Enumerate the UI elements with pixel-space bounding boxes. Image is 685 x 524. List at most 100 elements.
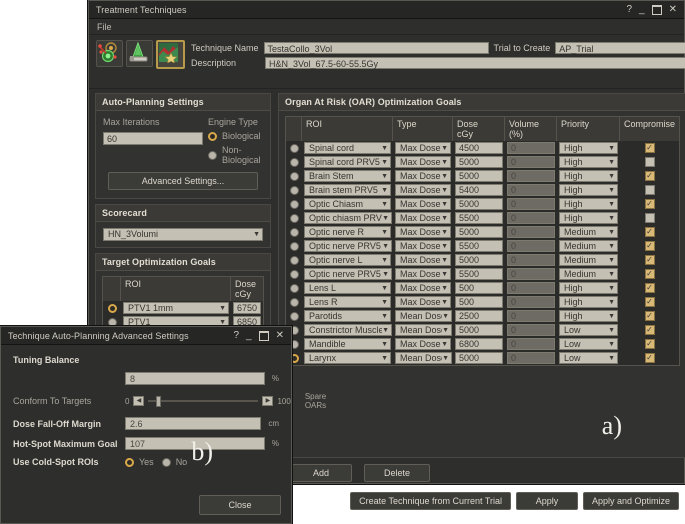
row-roi-cell[interactable]: Optic nerve PRV5 L ▼	[302, 267, 393, 281]
row-roi-cell[interactable]: Brain Stem ▼	[302, 169, 393, 183]
row-select-cell[interactable]	[286, 141, 302, 155]
row-dose-cell[interactable]: 500	[453, 281, 505, 295]
dose-input[interactable]: 5000	[455, 170, 504, 182]
tuning-balance-input[interactable]: 8	[125, 372, 265, 385]
adv-minimize-icon[interactable]: _	[246, 330, 252, 341]
table-row[interactable]: Larynx ▼ Mean Dose ▼ 5000 0 Low ▼ ✓	[286, 351, 679, 365]
row-compromise-cell[interactable]: ✓	[620, 351, 679, 365]
row-roi-cell[interactable]: Parotids ▼	[302, 309, 393, 323]
hotspot-input[interactable]: 107	[125, 437, 265, 450]
priority-select[interactable]: High ▼	[559, 156, 619, 168]
row-priority-cell[interactable]: High ▼	[557, 141, 620, 155]
row-select-radio[interactable]	[289, 255, 299, 265]
apply-button[interactable]: Apply	[516, 492, 578, 510]
table-row[interactable]: Optic nerve L ▼ Max Dose ▼ 5000 0 Medium ▼ ✓	[286, 253, 679, 267]
type-select[interactable]: Max Dose ▼	[395, 226, 452, 238]
max-iterations-input[interactable]: 60	[103, 132, 203, 145]
help-icon[interactable]: ?	[626, 4, 632, 15]
compromise-checkbox[interactable]: ✓	[644, 283, 655, 293]
table-row[interactable]: Lens R ▼ Max Dose ▼ 500 0 High ▼ ✓	[286, 295, 679, 309]
row-priority-cell[interactable]: Medium ▼	[557, 239, 620, 253]
row-select-radio[interactable]	[289, 311, 299, 321]
row-priority-cell[interactable]: High ▼	[557, 211, 620, 225]
type-select[interactable]: Mean Dose ▼	[395, 324, 453, 336]
slider-track[interactable]	[148, 396, 259, 407]
type-select[interactable]: Max Dose ▼	[395, 268, 452, 280]
row-dose-cell[interactable]: 500	[453, 295, 505, 309]
roi-select[interactable]: Optic nerve R ▼	[304, 226, 392, 238]
compromise-checkbox[interactable]: ✓	[644, 269, 655, 279]
row-select-radio[interactable]	[289, 241, 299, 251]
priority-select[interactable]: Medium ▼	[559, 268, 619, 280]
type-select[interactable]: Max Dose ▼	[395, 212, 452, 224]
row-select-radio[interactable]	[289, 157, 299, 167]
scorecard-star-icon[interactable]	[156, 40, 185, 69]
compromise-checkbox[interactable]: ✓	[644, 297, 655, 307]
row-dose-cell[interactable]: 5000	[453, 323, 505, 337]
row-select-radio[interactable]	[289, 227, 299, 237]
table-row[interactable]: Optic nerve PRV5 R ▼ Max Dose ▼ 5500 0 Medium ▼…	[286, 239, 679, 253]
priority-select[interactable]: High ▼	[559, 310, 619, 322]
row-compromise-cell[interactable]	[620, 211, 679, 225]
row-dose-cell[interactable]: 4500	[453, 141, 505, 155]
table-row[interactable]: Parotids ▼ Mean Dose ▼ 2500 0 High ▼ ✓	[286, 309, 679, 323]
row-select-cell[interactable]	[286, 183, 302, 197]
priority-select[interactable]: Low ▼	[559, 324, 619, 336]
roi-select[interactable]: Optic nerve L ▼	[304, 254, 392, 266]
row-compromise-cell[interactable]: ✓	[620, 197, 679, 211]
row-dose-cell[interactable]: 5000	[453, 351, 505, 365]
row-roi-cell[interactable]: Optic nerve PRV5 R ▼	[302, 239, 393, 253]
type-select[interactable]: Max Dose ▼	[395, 198, 452, 210]
table-row[interactable]: Constrictor Muscles ▼ Mean Dose ▼ 5000 0 Low ▼ ✓	[286, 323, 679, 337]
priority-select[interactable]: High ▼	[559, 170, 619, 182]
roi-select[interactable]: PTV1 1mm ▼	[123, 302, 229, 314]
row-compromise-cell[interactable]	[620, 183, 679, 197]
row-select-cell[interactable]	[286, 309, 302, 323]
roi-select[interactable]: Mandible ▼	[304, 338, 392, 350]
conform-slider[interactable]: 0 ◀ ▶ 100	[125, 396, 291, 407]
row-select-radio[interactable]	[289, 297, 299, 307]
row-compromise-cell[interactable]: ✓	[620, 141, 679, 155]
row-compromise-cell[interactable]: ✓	[620, 253, 679, 267]
compromise-checkbox[interactable]	[644, 213, 655, 223]
row-dose-cell[interactable]: 2500	[453, 309, 505, 323]
row-dose-cell[interactable]: 5500	[453, 239, 505, 253]
row-compromise-cell[interactable]: ✓	[620, 309, 679, 323]
dose-falloff-input[interactable]: 2.6	[125, 417, 262, 430]
compromise-checkbox[interactable]: ✓	[644, 227, 655, 237]
row-select-radio[interactable]	[289, 283, 299, 293]
table-row[interactable]: Optic chiasm PRV5 ▼ Max Dose ▼ 5500 0 High ▼	[286, 211, 679, 225]
row-priority-cell[interactable]: High ▼	[557, 295, 620, 309]
row-roi-cell[interactable]: Optic chiasm PRV5 ▼	[302, 211, 393, 225]
priority-select[interactable]: Medium ▼	[559, 254, 619, 266]
technique-name-input[interactable]: TestaCollo_3Vol	[263, 42, 489, 54]
row-select-radio[interactable]	[289, 171, 299, 181]
row-roi-cell[interactable]: Optic nerve R ▼	[302, 225, 393, 239]
dose-input[interactable]: 5000	[455, 226, 504, 238]
row-priority-cell[interactable]: Medium ▼	[557, 267, 620, 281]
row-select-cell[interactable]	[286, 211, 302, 225]
row-select-radio[interactable]	[289, 269, 299, 279]
row-type-cell[interactable]: Max Dose ▼	[393, 197, 453, 211]
table-row[interactable]: Lens L ▼ Max Dose ▼ 500 0 High ▼ ✓	[286, 281, 679, 295]
radio-cold-spot-no[interactable]	[161, 457, 171, 467]
row-select-cell[interactable]	[286, 155, 302, 169]
priority-select[interactable]: High ▼	[559, 142, 619, 154]
dose-input[interactable]: 5000	[455, 324, 504, 336]
dose-input[interactable]: 5000	[455, 156, 504, 168]
slider-right-arrow-icon[interactable]: ▶	[262, 396, 274, 406]
row-select-cell[interactable]	[286, 281, 302, 295]
maximize-icon[interactable]	[651, 4, 662, 15]
slider-left-arrow-icon[interactable]: ◀	[133, 396, 145, 406]
roi-select[interactable]: Lens R ▼	[304, 296, 392, 308]
row-type-cell[interactable]: Max Dose ▼	[393, 253, 453, 267]
row-compromise-cell[interactable]: ✓	[620, 323, 679, 337]
table-row[interactable]: Optic nerve PRV5 L ▼ Max Dose ▼ 5500 0 Medium ▼…	[286, 267, 679, 281]
trial-to-create-input[interactable]: AP_Trial	[555, 42, 685, 54]
roi-select[interactable]: Constrictor Muscles ▼	[304, 324, 393, 336]
row-type-cell[interactable]: Max Dose ▼	[393, 267, 453, 281]
row-type-cell[interactable]: Max Dose ▼	[393, 225, 453, 239]
row-select-radio[interactable]	[289, 185, 299, 195]
dose-input[interactable]: 5000	[455, 254, 504, 266]
compromise-checkbox[interactable]: ✓	[644, 339, 655, 349]
